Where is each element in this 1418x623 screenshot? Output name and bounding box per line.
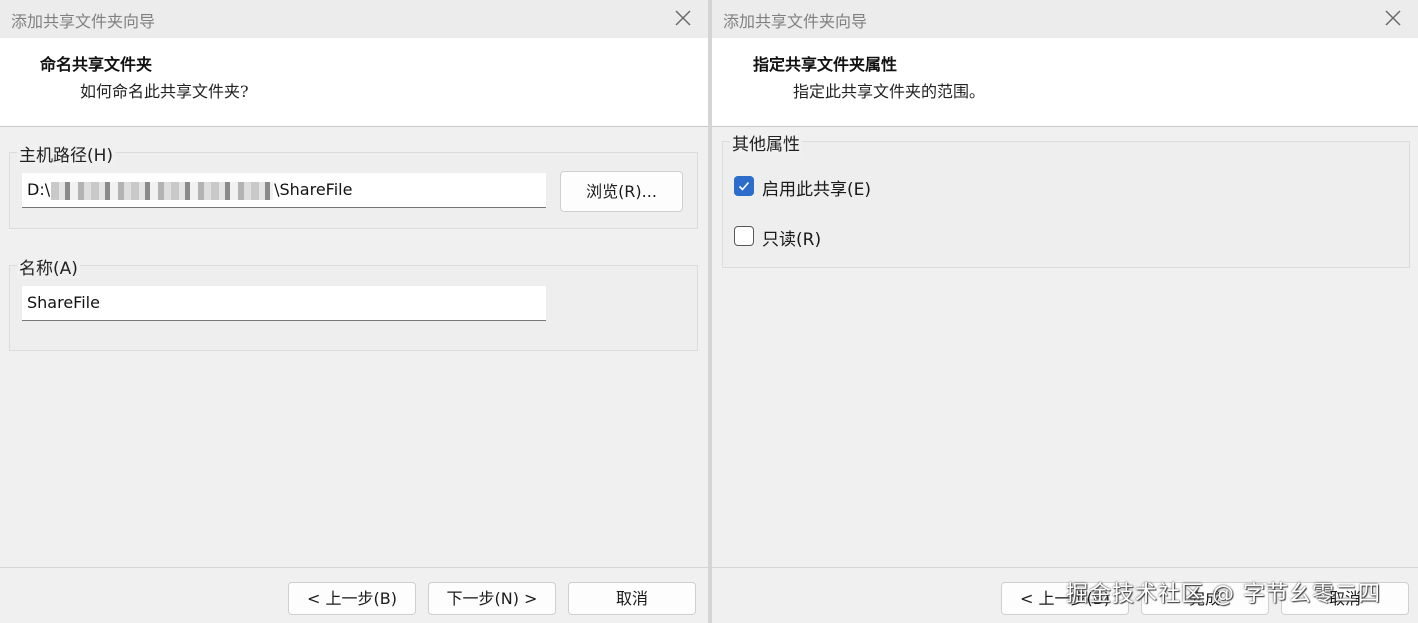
properties-group: [722, 141, 1410, 268]
read-only-checkbox[interactable]: 只读(R): [734, 224, 854, 250]
checkbox-box: [734, 176, 754, 196]
enable-share-label: 启用此共享(E): [762, 180, 872, 200]
watermark: 掘金技术社区 @ 字节幺零二四: [1066, 582, 1381, 607]
title-bar: 添加共享文件夹向导: [0, 0, 708, 38]
redacted-path-segment: [51, 181, 274, 200]
enable-share-checkbox[interactable]: 启用此共享(E): [734, 174, 904, 200]
cancel-button-label: 取消: [615, 589, 648, 608]
window-title: 添加共享文件夹向导: [11, 12, 156, 31]
host-path-input[interactable]: D:\ \ShareFile: [22, 173, 546, 208]
host-path-suffix: \ShareFile: [274, 180, 353, 199]
back-button[interactable]: < 上一步(B): [288, 582, 416, 615]
next-button-label: 下一步(N) >: [446, 589, 538, 608]
page-title: 指定共享文件夹属性: [753, 55, 898, 74]
read-only-label: 只读(R): [762, 230, 822, 250]
cancel-button[interactable]: 取消: [568, 582, 696, 615]
next-button[interactable]: 下一步(N) >: [428, 582, 556, 615]
checkbox-box: [734, 226, 754, 246]
page-subtitle: 指定此共享文件夹的范围。: [793, 82, 986, 101]
page-title: 命名共享文件夹: [40, 55, 153, 74]
close-icon: [1385, 10, 1401, 26]
close-icon: [675, 10, 691, 26]
checkmark-icon: [738, 181, 750, 191]
wizard-footer: < 上一步(B) 下一步(N) > 取消: [0, 567, 708, 623]
name-label: 名称(A): [17, 254, 80, 279]
browse-button[interactable]: 浏览(R)...: [560, 171, 683, 212]
browse-button-label: 浏览(R)...: [586, 182, 657, 201]
wizard-header: 命名共享文件夹 如何命名此共享文件夹?: [0, 38, 708, 127]
page-subtitle: 如何命名此共享文件夹?: [80, 82, 249, 101]
wizard-header: 指定共享文件夹属性 指定此共享文件夹的范围。: [712, 38, 1418, 127]
back-button-label: < 上一步(B): [307, 589, 397, 608]
window-title: 添加共享文件夹向导: [723, 12, 868, 31]
share-name-input[interactable]: ShareFile: [22, 286, 546, 321]
host-path-prefix: D:\: [27, 180, 51, 199]
host-path-label: 主机路径(H): [17, 141, 116, 166]
properties-label: 其他属性: [730, 130, 802, 155]
close-button[interactable]: [670, 5, 696, 31]
share-folder-wizard-name-step: 添加共享文件夹向导 命名共享文件夹 如何命名此共享文件夹? 主机路径(H) D:…: [0, 0, 708, 623]
title-bar: 添加共享文件夹向导: [712, 0, 1418, 38]
close-button[interactable]: [1380, 5, 1406, 31]
host-path-value: D:\ \ShareFile: [27, 180, 352, 200]
share-folder-wizard-properties-step: 添加共享文件夹向导 指定共享文件夹属性 指定此共享文件夹的范围。 其他属性 启用…: [712, 0, 1418, 623]
share-name-value: ShareFile: [27, 293, 100, 312]
